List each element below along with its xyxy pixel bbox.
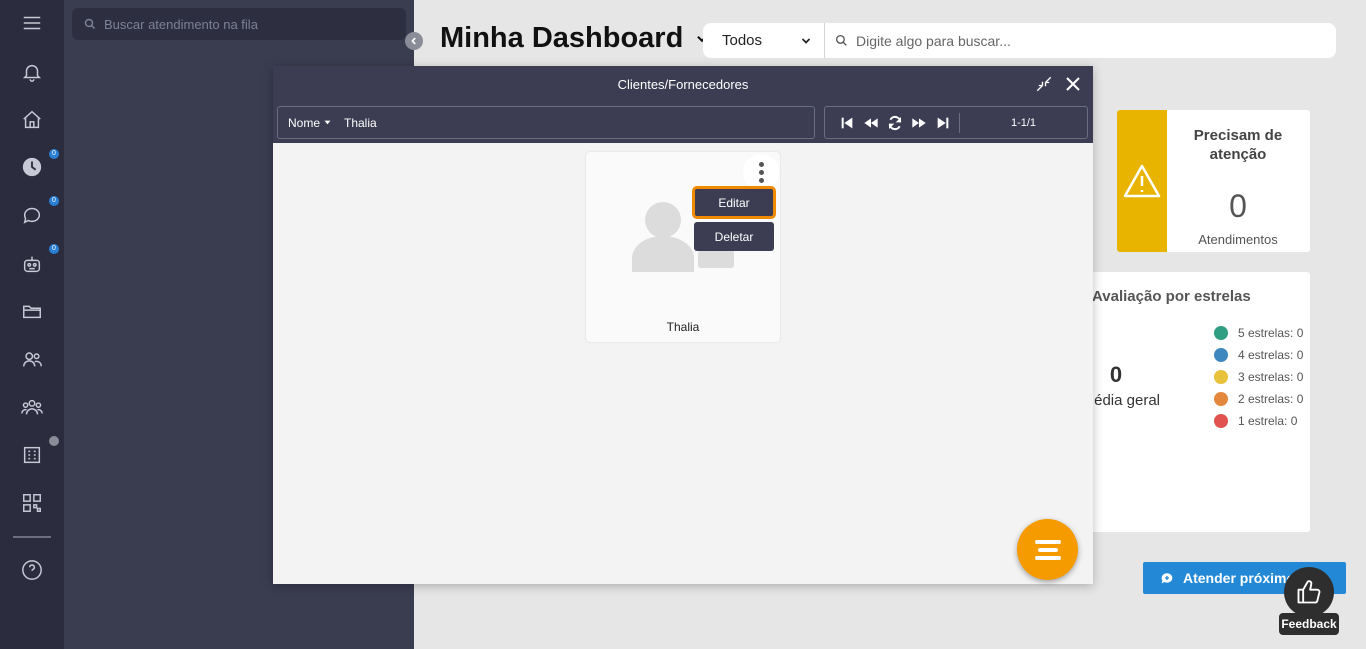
filter-select-value: Todos bbox=[722, 32, 763, 49]
legend-item: 4 estrelas: 0 bbox=[1214, 344, 1303, 366]
clients-modal: Clientes/Fornecedores Nome Thalia 1-1/1 … bbox=[273, 66, 1093, 584]
modal-pager: 1-1/1 bbox=[824, 106, 1088, 139]
chat-icon[interactable] bbox=[18, 201, 46, 229]
kebab-dot bbox=[758, 177, 764, 183]
feedback-label[interactable]: Feedback bbox=[1279, 613, 1339, 635]
filter-field-label: Nome bbox=[288, 115, 321, 130]
chat-plus-icon bbox=[1161, 573, 1173, 584]
bell-icon[interactable] bbox=[18, 58, 46, 86]
clock-badge: 0 bbox=[49, 149, 59, 159]
skip-start-icon bbox=[841, 117, 853, 128]
fast-forward-icon bbox=[912, 117, 926, 128]
feedback-button[interactable] bbox=[1284, 567, 1334, 617]
contacts-icon[interactable] bbox=[18, 345, 46, 373]
close-icon bbox=[1066, 77, 1080, 91]
building-icon[interactable] bbox=[18, 441, 46, 469]
rewind-icon bbox=[864, 117, 878, 128]
attention-value: 0 bbox=[1229, 188, 1247, 224]
home-icon[interactable] bbox=[18, 106, 46, 134]
delete-button[interactable]: Deletar bbox=[694, 222, 774, 251]
dashboard-search-input[interactable]: Digite algo para buscar... bbox=[825, 33, 1336, 49]
atender-proximo-label: Atender próximo bbox=[1183, 570, 1296, 586]
search-icon bbox=[84, 18, 96, 30]
legend-label: 1 estrela: 0 bbox=[1238, 414, 1298, 428]
building-dot bbox=[49, 436, 59, 446]
edit-button[interactable]: Editar bbox=[692, 186, 776, 219]
attention-bar bbox=[1117, 110, 1167, 252]
dashboard-title-text: Minha Dashboard bbox=[440, 22, 684, 54]
client-card[interactable]: Thalia Editar Deletar bbox=[586, 152, 780, 342]
warning-icon bbox=[1123, 164, 1161, 198]
search-icon bbox=[835, 34, 847, 46]
robot-icon[interactable] bbox=[18, 250, 46, 278]
kebab-dot bbox=[758, 161, 764, 167]
chevron-left-icon bbox=[411, 37, 416, 45]
collapse-panel-button[interactable] bbox=[405, 32, 423, 50]
thumbs-up-icon bbox=[1297, 580, 1321, 604]
filter-select[interactable]: Todos bbox=[703, 23, 825, 58]
groups-icon[interactable] bbox=[18, 393, 46, 421]
chat-badge: 0 bbox=[49, 196, 59, 206]
fab-line bbox=[1034, 555, 1061, 560]
queue-search-box[interactable]: Buscar atendimento na fila bbox=[72, 8, 406, 40]
qr-code-icon[interactable] bbox=[18, 489, 46, 517]
compress-icon bbox=[1036, 76, 1052, 92]
chevron-down-icon bbox=[801, 37, 811, 44]
stars-card: Avaliação por estrelas 0 édia geral 5 es… bbox=[1080, 272, 1310, 532]
rail-divider bbox=[13, 536, 51, 538]
robot-badge: 0 bbox=[49, 244, 59, 254]
legend-label: 2 estrelas: 0 bbox=[1238, 392, 1304, 406]
card-menu-button[interactable] bbox=[743, 154, 779, 190]
last-page-button[interactable] bbox=[931, 111, 955, 135]
legend-item: 2 estrelas: 0 bbox=[1214, 388, 1303, 410]
next-page-button[interactable] bbox=[907, 111, 931, 135]
queue-search-placeholder: Buscar atendimento na fila bbox=[104, 16, 258, 32]
legend-dot bbox=[1214, 348, 1228, 362]
refresh-button[interactable] bbox=[883, 111, 907, 135]
legend-item: 1 estrela: 0 bbox=[1214, 410, 1303, 432]
stars-legend: 5 estrelas: 0 4 estrelas: 0 3 estrelas: … bbox=[1214, 322, 1303, 432]
attention-title: Precisam de atenção bbox=[1193, 127, 1283, 163]
legend-item: 3 estrelas: 0 bbox=[1214, 366, 1303, 388]
top-search-bar: Todos Digite algo para buscar... bbox=[703, 23, 1336, 58]
help-icon[interactable] bbox=[18, 556, 46, 584]
filter-field-select[interactable]: Nome bbox=[278, 116, 344, 130]
filter-value-input[interactable]: Thalia bbox=[344, 116, 377, 130]
dashboard-title[interactable]: Minha Dashboard bbox=[440, 22, 709, 55]
legend-item: 5 estrelas: 0 bbox=[1214, 322, 1303, 344]
refresh-icon bbox=[888, 115, 902, 130]
legend-label: 3 estrelas: 0 bbox=[1238, 370, 1304, 384]
folder-icon[interactable] bbox=[18, 297, 46, 325]
stars-title: Avaliação por estrelas bbox=[1092, 288, 1251, 305]
legend-label: 5 estrelas: 0 bbox=[1238, 326, 1304, 340]
dashboard-search-placeholder: Digite algo para buscar... bbox=[856, 32, 1011, 49]
menu-icon[interactable] bbox=[18, 9, 46, 37]
previous-page-button[interactable] bbox=[859, 111, 883, 135]
kebab-dot bbox=[758, 169, 764, 175]
left-rail: 0 0 0 bbox=[0, 0, 64, 649]
modal-title: Clientes/Fornecedores bbox=[617, 77, 749, 92]
legend-label: 4 estrelas: 0 bbox=[1238, 348, 1304, 362]
legend-dot bbox=[1214, 326, 1228, 340]
first-page-button[interactable] bbox=[835, 111, 859, 135]
minimize-button[interactable] bbox=[1034, 74, 1054, 94]
attention-card: Precisam de atenção 0 Atendimentos bbox=[1117, 110, 1310, 252]
client-name: Thalia bbox=[666, 320, 700, 334]
attention-label: Atendimentos bbox=[1198, 232, 1278, 247]
modal-header: Clientes/Fornecedores Nome Thalia 1-1/1 bbox=[273, 66, 1093, 143]
modal-filter-bar: Nome Thalia bbox=[277, 106, 815, 139]
skip-end-icon bbox=[937, 117, 949, 128]
caret-down-icon bbox=[324, 120, 331, 125]
legend-dot bbox=[1214, 414, 1228, 428]
fab-line bbox=[1034, 539, 1061, 544]
fab-menu-button[interactable] bbox=[1017, 519, 1078, 580]
legend-dot bbox=[1214, 392, 1228, 406]
clock-icon[interactable] bbox=[18, 153, 46, 181]
fab-line bbox=[1037, 547, 1058, 552]
pager-info: 1-1/1 bbox=[1010, 116, 1037, 129]
legend-dot bbox=[1214, 370, 1228, 384]
close-button[interactable] bbox=[1063, 74, 1083, 94]
